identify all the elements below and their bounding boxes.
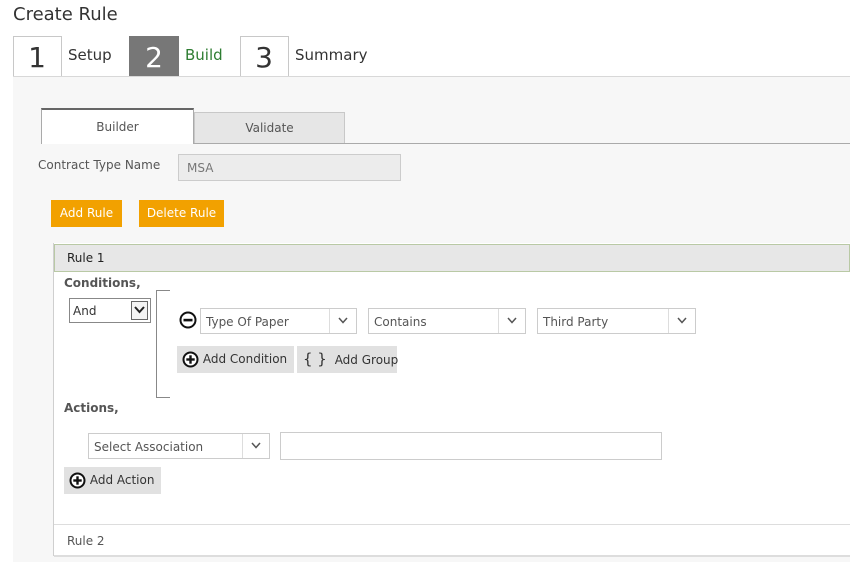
logic-operator-value: And (73, 304, 97, 318)
condition-field-value: Type Of Paper (206, 315, 289, 329)
step-2-label[interactable]: Build (185, 46, 223, 64)
actions-label: Actions, (64, 401, 119, 415)
logic-operator-select[interactable]: And (69, 298, 151, 323)
wizard-divider (13, 76, 850, 77)
add-condition-label: Add Condition (202, 352, 288, 366)
chevron-down-icon (131, 301, 148, 320)
contract-type-label: Contract Type Name (38, 158, 161, 172)
condition-operator-value: Contains (374, 315, 427, 329)
step-2-number: 2 (145, 41, 163, 74)
rule-1-header[interactable]: Rule 1 (54, 244, 850, 272)
rule-2-header[interactable]: Rule 2 (67, 534, 105, 548)
add-rule-button[interactable]: Add Rule (51, 200, 122, 227)
association-select[interactable]: Select Association (88, 433, 270, 459)
delete-rule-button[interactable]: Delete Rule (139, 200, 224, 227)
braces-icon: { } (303, 350, 327, 368)
condition-operator-select[interactable]: Contains (368, 308, 526, 334)
step-1-number: 1 (28, 41, 46, 74)
action-value-input[interactable] (280, 432, 662, 460)
plus-circle-icon (69, 472, 86, 489)
condition-group-bracket (156, 290, 170, 398)
step-3-number: 3 (255, 41, 273, 74)
add-condition-button[interactable]: Add Condition (177, 346, 294, 373)
add-action-label: Add Action (89, 473, 155, 487)
add-group-label: Add Group (334, 353, 399, 367)
chevron-down-icon (498, 309, 525, 333)
minus-circle-icon[interactable] (179, 311, 197, 329)
association-placeholder: Select Association (94, 440, 204, 454)
rule-2-bottom-border (54, 555, 850, 557)
condition-field-select[interactable]: Type Of Paper (200, 308, 357, 334)
plus-circle-icon (182, 351, 199, 368)
step-1-label[interactable]: Setup (68, 46, 112, 64)
chevron-down-icon (242, 434, 269, 458)
step-3-label[interactable]: Summary (295, 46, 368, 64)
add-action-button[interactable]: Add Action (64, 467, 161, 494)
condition-value-select[interactable]: Third Party (537, 308, 696, 334)
contract-type-field: MSA (178, 154, 401, 181)
rule-panel (53, 243, 850, 556)
add-group-button[interactable]: { } Add Group (297, 346, 399, 373)
chevron-down-icon (329, 309, 356, 333)
condition-value-value: Third Party (543, 315, 609, 329)
tab-builder[interactable]: Builder (41, 108, 194, 144)
chevron-down-icon (668, 309, 695, 333)
tab-validate[interactable]: Validate (194, 112, 345, 143)
conditions-label: Conditions, (64, 276, 141, 290)
rule-divider (54, 524, 850, 525)
